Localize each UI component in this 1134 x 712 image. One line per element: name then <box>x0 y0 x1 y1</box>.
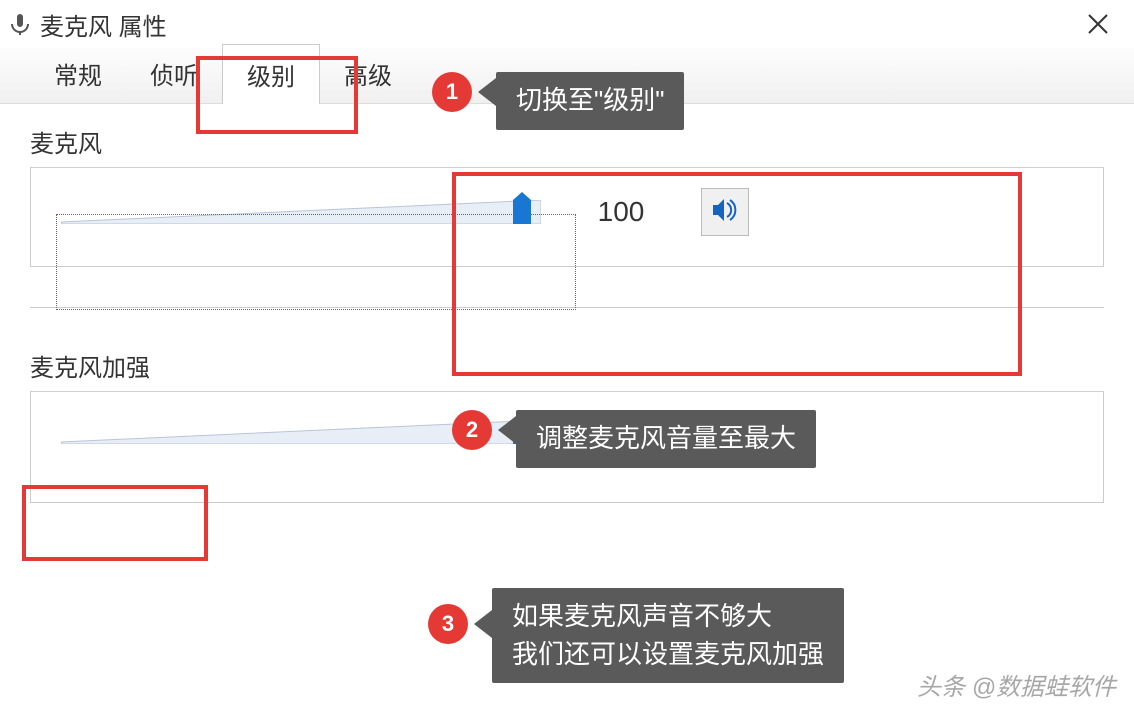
tab-advanced[interactable]: 高级 <box>320 44 416 103</box>
callout-3: 3 如果麦克风声音不够大 我们还可以设置麦克风加强 <box>428 588 844 683</box>
titlebar-left: 麦克风 属性 <box>8 7 167 42</box>
mic-boost-label: 麦克风加强 <box>30 348 1104 383</box>
tab-general[interactable]: 常规 <box>30 44 126 103</box>
microphone-box: 100 <box>30 167 1104 267</box>
callout-text-3: 如果麦克风声音不够大 我们还可以设置麦克风加强 <box>492 588 844 683</box>
tab-levels[interactable]: 级别 <box>222 44 320 104</box>
section-divider <box>30 307 1104 308</box>
callout-arrow-icon <box>474 610 492 638</box>
callout-arrow-icon <box>498 416 516 444</box>
titlebar: 麦克风 属性 <box>0 0 1134 48</box>
content-area: 麦克风 100 <box>0 104 1134 563</box>
slider-wedge-icon <box>61 200 541 224</box>
callout-text-1: 切换至"级别" <box>496 72 684 130</box>
callout-1: 1 切换至"级别" <box>432 72 684 130</box>
callout-badge-2: 2 <box>452 410 492 450</box>
speaker-icon <box>710 195 740 230</box>
callout-badge-3: 3 <box>428 604 468 644</box>
microphone-value: 100 <box>571 196 671 228</box>
microphone-slider-row: 100 <box>61 188 1073 236</box>
microphone-group: 麦克风 100 <box>30 124 1104 267</box>
slider-thumb-icon[interactable] <box>513 192 531 224</box>
watermark-text: 头条 @数据蛙软件 <box>917 667 1116 702</box>
microphone-slider[interactable] <box>61 192 541 232</box>
callout-badge-1: 1 <box>432 72 472 112</box>
callout-text-2: 调整麦克风音量至最大 <box>516 410 816 468</box>
microphone-icon <box>8 12 32 36</box>
callout-arrow-icon <box>478 78 496 106</box>
mute-button[interactable] <box>701 188 749 236</box>
callout-2: 2 调整麦克风音量至最大 <box>452 410 816 468</box>
tab-listen[interactable]: 侦听 <box>126 44 222 103</box>
window-title: 麦克风 属性 <box>40 7 167 42</box>
close-button[interactable] <box>1078 6 1118 43</box>
